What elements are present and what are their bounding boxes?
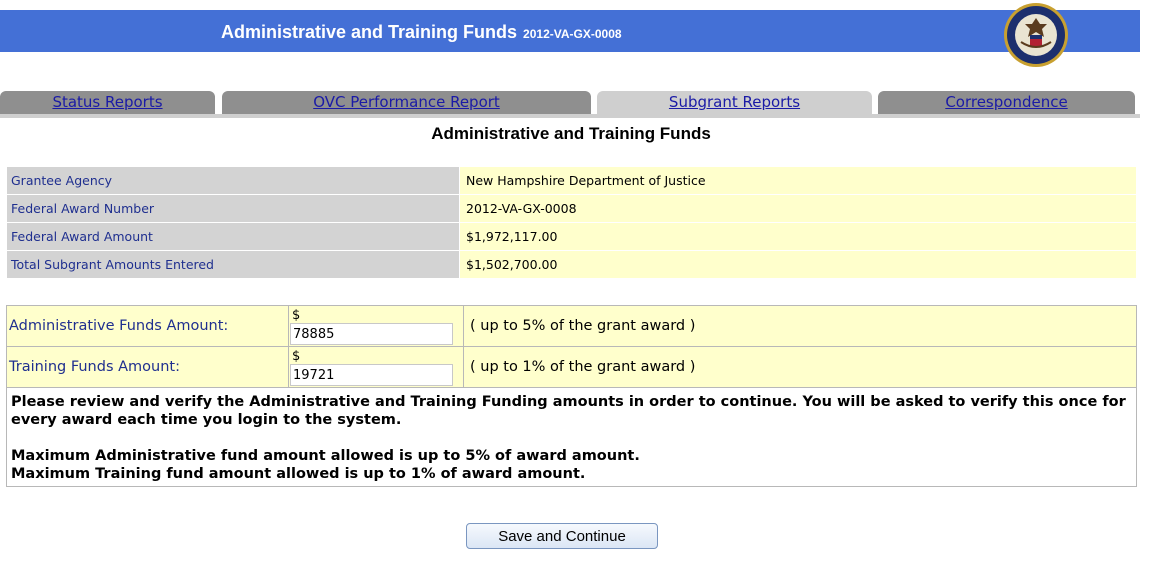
table-row: Grantee Agency New Hampshire Department … — [6, 166, 1137, 195]
funds-table: Administrative Funds Amount: $ ( up to 5… — [6, 305, 1137, 388]
table-row: Total Subgrant Amounts Entered $1,502,70… — [6, 250, 1137, 279]
grantee-agency-label: Grantee Agency — [6, 166, 460, 195]
admin-funds-input[interactable] — [290, 323, 453, 345]
tab-subgrant-reports-link[interactable]: Subgrant Reports — [669, 93, 800, 111]
admin-funds-currency: $ — [292, 308, 301, 323]
header-award-code: 2012-VA-GX-0008 — [523, 27, 622, 41]
save-and-continue-button[interactable]: Save and Continue — [466, 523, 658, 549]
federal-award-amount-label: Federal Award Amount — [6, 222, 460, 251]
table-row: Federal Award Amount $1,972,117.00 — [6, 222, 1137, 251]
header-title-text: Administrative and Training Funds — [221, 22, 518, 42]
notice-spacer — [11, 429, 1132, 447]
verification-notice: Please review and verify the Administrat… — [6, 387, 1137, 487]
page-title: Administrative and Training Funds — [431, 124, 711, 143]
tab-ovc-performance-report-link[interactable]: OVC Performance Report — [313, 93, 500, 111]
training-funds-note: ( up to 1% of the grant award ) — [463, 346, 1137, 388]
header-title: Administrative and Training Funds 2012-VA… — [221, 22, 622, 43]
doj-seal-icon — [1004, 3, 1068, 67]
total-subgrant-value: $1,502,700.00 — [459, 250, 1137, 279]
admin-funds-cell: $ — [288, 305, 464, 347]
tab-bar-underline — [0, 114, 1140, 118]
award-info-table: Grantee Agency New Hampshire Department … — [6, 166, 1137, 279]
tab-correspondence-link[interactable]: Correspondence — [945, 93, 1067, 111]
total-subgrant-label: Total Subgrant Amounts Entered — [6, 250, 460, 279]
notice-verify-text: Please review and verify the Administrat… — [11, 394, 1126, 428]
admin-funds-label: Administrative Funds Amount: — [6, 305, 289, 347]
admin-funds-note: ( up to 5% of the grant award ) — [463, 305, 1137, 347]
notice-training-max-text: Maximum Training fund amount allowed is … — [11, 466, 586, 482]
header-banner: Administrative and Training Funds 2012-VA… — [0, 3, 1140, 67]
tab-status-reports-link[interactable]: Status Reports — [52, 93, 162, 111]
training-funds-cell: $ — [288, 346, 464, 388]
federal-award-number-label: Federal Award Number — [6, 194, 460, 223]
table-row: Federal Award Number 2012-VA-GX-0008 — [6, 194, 1137, 223]
federal-award-number-value: 2012-VA-GX-0008 — [459, 194, 1137, 223]
training-funds-input[interactable] — [290, 364, 453, 386]
table-row: Training Funds Amount: $ ( up to 1% of t… — [6, 346, 1137, 388]
grantee-agency-value: New Hampshire Department of Justice — [459, 166, 1137, 195]
tab-status-reports[interactable]: Status Reports — [0, 91, 215, 115]
tab-ovc-performance-report[interactable]: OVC Performance Report — [222, 91, 591, 115]
tab-correspondence[interactable]: Correspondence — [878, 91, 1135, 115]
training-funds-currency: $ — [292, 349, 301, 364]
tab-subgrant-reports[interactable]: Subgrant Reports — [597, 91, 872, 115]
table-row: Administrative Funds Amount: $ ( up to 5… — [6, 305, 1137, 347]
training-funds-label: Training Funds Amount: — [6, 346, 289, 388]
federal-award-amount-value: $1,972,117.00 — [459, 222, 1137, 251]
notice-admin-max-text: Maximum Administrative fund amount allow… — [11, 448, 640, 464]
